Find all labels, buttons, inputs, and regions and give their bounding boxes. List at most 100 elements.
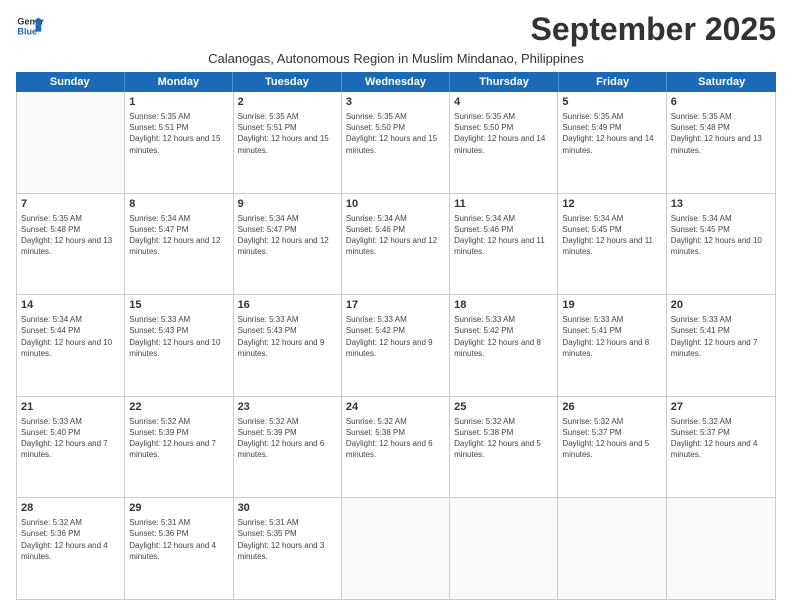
week-row-1: 1Sunrise: 5:35 AMSunset: 5:51 PMDaylight…: [17, 92, 775, 194]
cell-day-number: 1: [129, 95, 228, 110]
cell-day-number: 6: [671, 95, 771, 110]
cal-cell: 5Sunrise: 5:35 AMSunset: 5:49 PMDaylight…: [558, 92, 666, 193]
cal-cell: 22Sunrise: 5:32 AMSunset: 5:39 PMDayligh…: [125, 397, 233, 498]
header: General Blue September 2025: [16, 12, 776, 47]
logo: General Blue: [16, 12, 44, 40]
cell-info: Sunrise: 5:34 AMSunset: 5:46 PMDaylight:…: [454, 213, 553, 258]
cell-info: Sunrise: 5:35 AMSunset: 5:48 PMDaylight:…: [671, 111, 771, 156]
cal-cell: [558, 498, 666, 599]
cell-day-number: 25: [454, 400, 553, 415]
cal-cell: [450, 498, 558, 599]
cell-day-number: 18: [454, 298, 553, 313]
cell-day-number: 7: [21, 197, 120, 212]
cal-cell: 14Sunrise: 5:34 AMSunset: 5:44 PMDayligh…: [17, 295, 125, 396]
cell-day-number: 5: [562, 95, 661, 110]
week-row-3: 14Sunrise: 5:34 AMSunset: 5:44 PMDayligh…: [17, 295, 775, 397]
cell-info: Sunrise: 5:33 AMSunset: 5:41 PMDaylight:…: [562, 314, 661, 359]
cell-info: Sunrise: 5:35 AMSunset: 5:50 PMDaylight:…: [454, 111, 553, 156]
cal-cell: 20Sunrise: 5:33 AMSunset: 5:41 PMDayligh…: [667, 295, 775, 396]
cell-day-number: 16: [238, 298, 337, 313]
title-section: September 2025: [531, 12, 776, 47]
cal-cell: [667, 498, 775, 599]
cell-info: Sunrise: 5:31 AMSunset: 5:36 PMDaylight:…: [129, 517, 228, 562]
cal-cell: 3Sunrise: 5:35 AMSunset: 5:50 PMDaylight…: [342, 92, 450, 193]
cell-info: Sunrise: 5:32 AMSunset: 5:37 PMDaylight:…: [671, 416, 771, 461]
cell-info: Sunrise: 5:33 AMSunset: 5:40 PMDaylight:…: [21, 416, 120, 461]
week-row-2: 7Sunrise: 5:35 AMSunset: 5:48 PMDaylight…: [17, 194, 775, 296]
cell-day-number: 22: [129, 400, 228, 415]
cal-cell: 10Sunrise: 5:34 AMSunset: 5:46 PMDayligh…: [342, 194, 450, 295]
cell-day-number: 20: [671, 298, 771, 313]
cell-info: Sunrise: 5:33 AMSunset: 5:41 PMDaylight:…: [671, 314, 771, 359]
calendar-body: 1Sunrise: 5:35 AMSunset: 5:51 PMDaylight…: [16, 92, 776, 600]
cell-info: Sunrise: 5:35 AMSunset: 5:51 PMDaylight:…: [238, 111, 337, 156]
calendar: SundayMondayTuesdayWednesdayThursdayFrid…: [16, 72, 776, 600]
cell-day-number: 11: [454, 197, 553, 212]
week-row-5: 28Sunrise: 5:32 AMSunset: 5:36 PMDayligh…: [17, 498, 775, 599]
cell-info: Sunrise: 5:35 AMSunset: 5:51 PMDaylight:…: [129, 111, 228, 156]
cal-cell: 26Sunrise: 5:32 AMSunset: 5:37 PMDayligh…: [558, 397, 666, 498]
cell-info: Sunrise: 5:35 AMSunset: 5:48 PMDaylight:…: [21, 213, 120, 258]
cal-cell: 11Sunrise: 5:34 AMSunset: 5:46 PMDayligh…: [450, 194, 558, 295]
cell-info: Sunrise: 5:34 AMSunset: 5:46 PMDaylight:…: [346, 213, 445, 258]
cal-cell: 13Sunrise: 5:34 AMSunset: 5:45 PMDayligh…: [667, 194, 775, 295]
header-day-wednesday: Wednesday: [342, 72, 451, 92]
cal-cell: 30Sunrise: 5:31 AMSunset: 5:35 PMDayligh…: [234, 498, 342, 599]
cell-day-number: 2: [238, 95, 337, 110]
cal-cell: 12Sunrise: 5:34 AMSunset: 5:45 PMDayligh…: [558, 194, 666, 295]
cal-cell: 27Sunrise: 5:32 AMSunset: 5:37 PMDayligh…: [667, 397, 775, 498]
cell-info: Sunrise: 5:34 AMSunset: 5:47 PMDaylight:…: [238, 213, 337, 258]
cal-cell: 4Sunrise: 5:35 AMSunset: 5:50 PMDaylight…: [450, 92, 558, 193]
header-day-tuesday: Tuesday: [233, 72, 342, 92]
cell-info: Sunrise: 5:33 AMSunset: 5:43 PMDaylight:…: [238, 314, 337, 359]
cell-day-number: 19: [562, 298, 661, 313]
cell-day-number: 28: [21, 501, 120, 516]
cell-day-number: 26: [562, 400, 661, 415]
cal-cell: 16Sunrise: 5:33 AMSunset: 5:43 PMDayligh…: [234, 295, 342, 396]
cell-info: Sunrise: 5:35 AMSunset: 5:49 PMDaylight:…: [562, 111, 661, 156]
cell-day-number: 29: [129, 501, 228, 516]
header-day-monday: Monday: [125, 72, 234, 92]
cal-cell: 15Sunrise: 5:33 AMSunset: 5:43 PMDayligh…: [125, 295, 233, 396]
cell-day-number: 8: [129, 197, 228, 212]
svg-text:Blue: Blue: [17, 26, 37, 36]
cell-info: Sunrise: 5:32 AMSunset: 5:39 PMDaylight:…: [238, 416, 337, 461]
header-day-sunday: Sunday: [16, 72, 125, 92]
cell-day-number: 24: [346, 400, 445, 415]
cell-info: Sunrise: 5:33 AMSunset: 5:42 PMDaylight:…: [454, 314, 553, 359]
cell-day-number: 9: [238, 197, 337, 212]
cell-info: Sunrise: 5:32 AMSunset: 5:38 PMDaylight:…: [454, 416, 553, 461]
cell-day-number: 4: [454, 95, 553, 110]
cell-info: Sunrise: 5:33 AMSunset: 5:42 PMDaylight:…: [346, 314, 445, 359]
cal-cell: 23Sunrise: 5:32 AMSunset: 5:39 PMDayligh…: [234, 397, 342, 498]
cal-cell: 1Sunrise: 5:35 AMSunset: 5:51 PMDaylight…: [125, 92, 233, 193]
cal-cell: 9Sunrise: 5:34 AMSunset: 5:47 PMDaylight…: [234, 194, 342, 295]
cell-day-number: 12: [562, 197, 661, 212]
cell-info: Sunrise: 5:32 AMSunset: 5:39 PMDaylight:…: [129, 416, 228, 461]
cal-cell: 8Sunrise: 5:34 AMSunset: 5:47 PMDaylight…: [125, 194, 233, 295]
cell-day-number: 30: [238, 501, 337, 516]
month-title: September 2025: [531, 12, 776, 47]
cell-info: Sunrise: 5:34 AMSunset: 5:45 PMDaylight:…: [562, 213, 661, 258]
cell-info: Sunrise: 5:34 AMSunset: 5:44 PMDaylight:…: [21, 314, 120, 359]
cell-day-number: 27: [671, 400, 771, 415]
week-row-4: 21Sunrise: 5:33 AMSunset: 5:40 PMDayligh…: [17, 397, 775, 499]
cell-day-number: 21: [21, 400, 120, 415]
cell-day-number: 13: [671, 197, 771, 212]
cal-cell: 25Sunrise: 5:32 AMSunset: 5:38 PMDayligh…: [450, 397, 558, 498]
cell-info: Sunrise: 5:32 AMSunset: 5:38 PMDaylight:…: [346, 416, 445, 461]
header-day-thursday: Thursday: [450, 72, 559, 92]
cal-cell: 7Sunrise: 5:35 AMSunset: 5:48 PMDaylight…: [17, 194, 125, 295]
logo-icon: General Blue: [16, 12, 44, 40]
cell-day-number: 15: [129, 298, 228, 313]
cal-cell: 21Sunrise: 5:33 AMSunset: 5:40 PMDayligh…: [17, 397, 125, 498]
cell-day-number: 14: [21, 298, 120, 313]
header-day-saturday: Saturday: [667, 72, 776, 92]
cell-day-number: 23: [238, 400, 337, 415]
cal-cell: 19Sunrise: 5:33 AMSunset: 5:41 PMDayligh…: [558, 295, 666, 396]
cell-info: Sunrise: 5:34 AMSunset: 5:45 PMDaylight:…: [671, 213, 771, 258]
cell-info: Sunrise: 5:34 AMSunset: 5:47 PMDaylight:…: [129, 213, 228, 258]
cell-day-number: 3: [346, 95, 445, 110]
header-day-friday: Friday: [559, 72, 668, 92]
cell-info: Sunrise: 5:33 AMSunset: 5:43 PMDaylight:…: [129, 314, 228, 359]
